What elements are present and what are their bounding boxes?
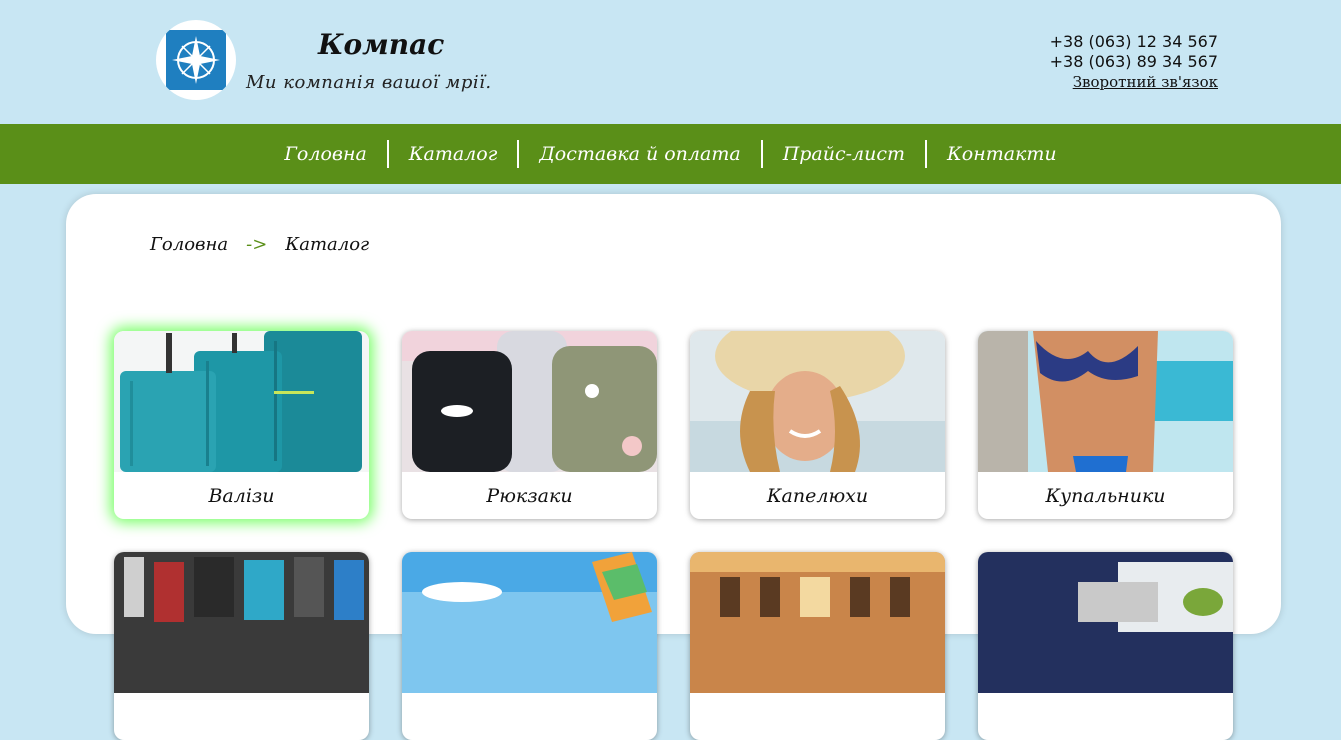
phone-number[interactable]: +38 (063) 89 34 567 <box>1050 52 1218 72</box>
food-box-photo <box>978 552 1233 693</box>
nav-item-catalog[interactable]: Каталог <box>389 143 518 165</box>
nav-item-home[interactable]: Головна <box>264 143 386 165</box>
compass-rose-icon <box>166 30 226 90</box>
logo[interactable] <box>156 20 236 100</box>
catalog-tile[interactable] <box>114 552 369 740</box>
backpacks-photo <box>402 331 657 472</box>
catalog-tile-label <box>690 693 945 740</box>
catalog-panel: Головна -> Каталог Валізи Рюкзаки Капелю… <box>66 194 1281 740</box>
catalog-tile-label <box>978 693 1233 740</box>
catalog-tile-swimsuits[interactable]: Купальники <box>978 331 1233 519</box>
header-contacts: +38 (063) 12 34 567 +38 (063) 89 34 567 … <box>1050 32 1218 92</box>
catalog-tile-backpacks[interactable]: Рюкзаки <box>402 331 657 519</box>
breadcrumb: Головна -> Каталог <box>150 234 369 255</box>
catalog-tile-hats[interactable]: Капелюхи <box>690 331 945 519</box>
nav-item-delivery[interactable]: Доставка й оплата <box>519 143 760 165</box>
catalog-tile[interactable] <box>978 552 1233 740</box>
suitcases-photo <box>114 331 369 472</box>
catalog-tile-label: Капелюхи <box>766 484 869 507</box>
phone-number[interactable]: +38 (063) 12 34 567 <box>1050 32 1218 52</box>
swimsuit-photo <box>978 331 1233 472</box>
brand-name: Компас <box>318 28 445 61</box>
catalog-tile-label <box>114 693 369 740</box>
breadcrumb-separator: -> <box>246 234 268 255</box>
catalog-tile-label: Купальники <box>1045 484 1166 507</box>
breadcrumb-current: Каталог <box>285 234 370 255</box>
nav-item-contacts[interactable]: Контакти <box>927 143 1077 165</box>
main-nav: Головна Каталог Доставка й оплата Прайс-… <box>0 124 1341 184</box>
beach-photo <box>402 552 657 693</box>
catalog-tile[interactable] <box>690 552 945 740</box>
catalog-tile-label <box>402 693 657 740</box>
brand-tagline: Ми компанія вашої мрії. <box>246 72 492 93</box>
breadcrumb-home[interactable]: Головна <box>150 234 228 255</box>
hotel-building-photo <box>690 552 945 693</box>
catalog-tile-label: Валізи <box>208 484 275 507</box>
catalog-tile-label: Рюкзаки <box>486 484 573 507</box>
sun-hat-woman-photo <box>690 331 945 472</box>
catalog-tile[interactable] <box>402 552 657 740</box>
nav-item-pricelist[interactable]: Прайс-лист <box>763 143 925 165</box>
catalog-tile-suitcases[interactable]: Валізи <box>114 331 369 519</box>
bags-shop-photo <box>114 552 369 693</box>
feedback-link[interactable]: Зворотний зв'язок <box>1073 73 1218 91</box>
site-header: Компас Ми компанія вашої мрії. +38 (063)… <box>0 0 1341 124</box>
